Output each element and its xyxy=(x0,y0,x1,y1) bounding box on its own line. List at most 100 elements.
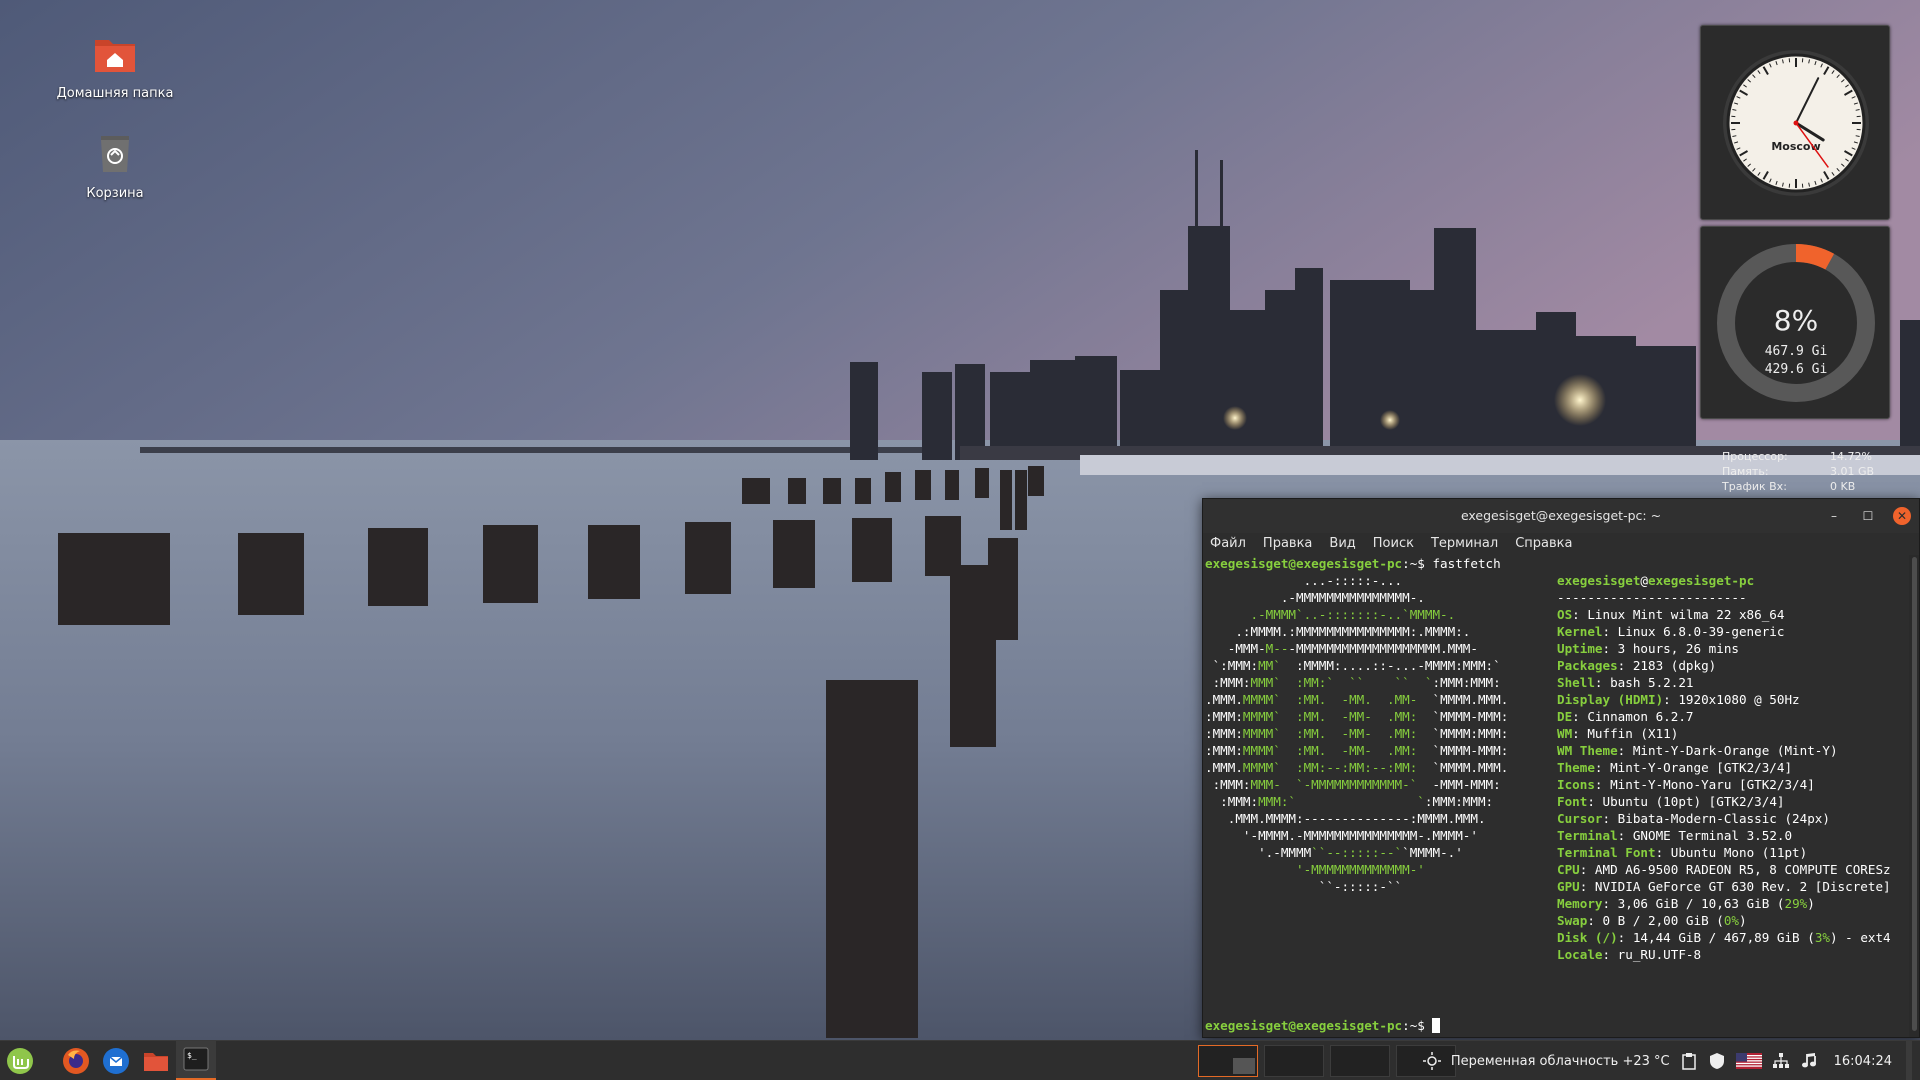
info-row: OS: Linux Mint wilma 22 x86_64 xyxy=(1557,606,1891,623)
fastfetch-info: exegesisget@exegesisget-pc -------------… xyxy=(1557,572,1891,963)
info-row: DE: Cinnamon 6.2.7 xyxy=(1557,708,1891,725)
logo-line: `:MMM:MM` :MMMM:....::-...-MMMM:MMM:` xyxy=(1205,658,1501,673)
menu-button[interactable] xyxy=(0,1041,40,1080)
stat-row: Память: 3.01 GB xyxy=(1722,464,1890,479)
info-key: Shell xyxy=(1557,675,1595,690)
desktop-icon-home[interactable]: Домашняя папка xyxy=(45,30,185,101)
us-flag-keyboard-icon[interactable] xyxy=(1735,1052,1762,1070)
info-row: Terminal Font: Ubuntu Mono (11pt) xyxy=(1557,844,1891,861)
info-value: : ru_RU.UTF-8 xyxy=(1602,947,1702,962)
workspace-switcher xyxy=(1198,1045,1456,1077)
info-row: Packages: 2183 (dpkg) xyxy=(1557,657,1891,674)
network-icon[interactable] xyxy=(1772,1052,1790,1070)
info-row: Uptime: 3 hours, 26 mins xyxy=(1557,640,1891,657)
info-key: Terminal Font xyxy=(1557,845,1656,860)
info-key: Font xyxy=(1557,794,1588,809)
info-value: : Bibata-Modern-Classic (24px) xyxy=(1602,811,1830,826)
info-value: : Ubuntu Mono (11pt) xyxy=(1655,845,1808,860)
menu-edit[interactable]: Правка xyxy=(1263,533,1312,555)
info-tail: ) xyxy=(1807,896,1815,911)
stat-key: Процессор: xyxy=(1722,450,1788,463)
info-value: : 0 B / 2,00 GiB ( xyxy=(1587,913,1724,928)
info-value: : Cinnamon 6.2.7 xyxy=(1572,709,1694,724)
info-row: Locale: ru_RU.UTF-8 xyxy=(1557,946,1891,963)
info-host: exegesisget-pc xyxy=(1648,573,1755,588)
desktop-icon-label: Домашняя папка xyxy=(56,86,174,101)
logo-line: .-MMMMMMMMMMMMMMM-. xyxy=(1205,590,1425,605)
terminal-output[interactable]: exegesisget@exegesisget-pc:~$ fastfetch … xyxy=(1203,555,1909,1037)
info-row: GPU: NVIDIA GeForce GT 630 Rev. 2 [Discr… xyxy=(1557,878,1891,895)
stat-key: Трафик Вх: xyxy=(1722,480,1787,493)
info-key: Terminal xyxy=(1557,828,1618,843)
info-header: exegesisget@exegesisget-pc xyxy=(1557,573,1755,588)
info-key: DE xyxy=(1557,709,1573,724)
close-button[interactable]: ✕ xyxy=(1893,507,1911,525)
prompt: exegesisget@exegesisget-pc xyxy=(1205,556,1403,571)
prompt: exegesisget@exegesisget-pc xyxy=(1205,1018,1403,1033)
menu-terminal[interactable]: Терминал xyxy=(1431,533,1498,555)
terminal-menubar: Файл Правка Вид Поиск Терминал Справка xyxy=(1203,533,1919,555)
logo-line: ...-:::::-... xyxy=(1205,573,1403,588)
info-row: CPU: AMD A6-9500 RADEON R5, 8 COMPUTE CO… xyxy=(1557,861,1891,878)
info-key: WM xyxy=(1557,726,1573,741)
panel-clock[interactable]: 16:04:24 xyxy=(1834,1054,1892,1069)
logo-line: '-MMMM.-MMMMMMMMMMMMMMM-.MMMM-' xyxy=(1205,828,1478,843)
files-launcher[interactable] xyxy=(136,1041,176,1080)
logo-line: :MMM:MMM:` `:MMM:MMM: xyxy=(1205,794,1494,809)
workspace-3[interactable] xyxy=(1330,1045,1390,1077)
weather-text[interactable]: Переменная облачность +23 °C xyxy=(1451,1054,1670,1069)
sound-icon[interactable] xyxy=(1800,1052,1818,1070)
menu-help[interactable]: Справка xyxy=(1515,533,1572,555)
svg-text:$_: $_ xyxy=(187,1051,197,1060)
info-tail: ) xyxy=(1739,913,1747,928)
show-desktop-button[interactable] xyxy=(1906,1041,1912,1080)
info-key: Uptime xyxy=(1557,641,1603,656)
menu-view[interactable]: Вид xyxy=(1329,533,1355,555)
info-row: Memory: 3,06 GiB / 10,63 GiB (29%) xyxy=(1557,895,1891,912)
info-user: exegesisget xyxy=(1557,573,1641,588)
system-tray: Переменная облачность +23 °C 16:04:24 xyxy=(1422,1041,1912,1080)
maximize-button[interactable]: ☐ xyxy=(1859,507,1877,525)
info-row: Kernel: Linux 6.8.0-39-generic xyxy=(1557,623,1891,640)
active-prompt-line[interactable]: exegesisget@exegesisget-pc:~$ xyxy=(1205,1017,1441,1034)
logo-line: -MMM-M---MMMMMMMMMMMMMMMMMMM.MMM- xyxy=(1205,641,1478,656)
info-key: WM Theme xyxy=(1557,743,1618,758)
terminal-titlebar[interactable]: exegesisget@exegesisget-pc: ~ – ☐ ✕ xyxy=(1203,499,1919,533)
terminal-scrollbar[interactable] xyxy=(1909,555,1919,1037)
info-key: Cursor xyxy=(1557,811,1603,826)
thunderbird-launcher[interactable] xyxy=(96,1041,136,1080)
info-value: : Mint-Y-Orange [GTK2/3/4] xyxy=(1594,760,1793,775)
menu-search[interactable]: Поиск xyxy=(1373,533,1414,555)
info-value: : 14,44 GiB / 467,89 GiB ( xyxy=(1617,930,1815,945)
workspace-2[interactable] xyxy=(1264,1045,1324,1077)
menu-file[interactable]: Файл xyxy=(1210,533,1246,555)
info-percent: 3% xyxy=(1814,930,1830,945)
shield-icon[interactable] xyxy=(1708,1052,1726,1070)
logo-line: '.-MMMM``--:::::--``MMMM-.' xyxy=(1205,845,1463,860)
weather-icon[interactable] xyxy=(1422,1052,1441,1070)
info-row: Font: Ubuntu (10pt) [GTK2/3/4] xyxy=(1557,793,1891,810)
workspace-1[interactable] xyxy=(1198,1045,1258,1077)
minimize-button[interactable]: – xyxy=(1825,507,1843,525)
clipboard-icon[interactable] xyxy=(1680,1052,1698,1070)
clock-desklet[interactable]: Moscow xyxy=(1700,25,1890,220)
terminal-window[interactable]: exegesisget@exegesisget-pc: ~ – ☐ ✕ Файл… xyxy=(1202,498,1920,1038)
terminal-launcher[interactable]: $_ xyxy=(176,1040,216,1080)
info-row: WM Theme: Mint-Y-Dark-Orange (Mint-Y) xyxy=(1557,742,1891,759)
logo-line: '-MMMMMMMMMMMMM-' xyxy=(1205,862,1425,877)
info-key: OS xyxy=(1557,607,1573,622)
info-value: : Linux Mint wilma 22 x86_64 xyxy=(1572,607,1785,622)
files-icon xyxy=(144,1052,168,1071)
firefox-launcher[interactable] xyxy=(56,1041,96,1080)
stat-key: Память: xyxy=(1722,465,1769,478)
info-value: : 3 hours, 26 mins xyxy=(1602,641,1739,656)
logo-line: .MMM.MMMM:--------------:MMMM.MMM. xyxy=(1205,811,1486,826)
disk-usage-desklet[interactable]: 8% 467.9 Gi 429.6 Gi xyxy=(1700,226,1890,419)
desktop-icon-trash[interactable]: Корзина xyxy=(45,130,185,201)
prompt-path: :~$ xyxy=(1402,556,1425,571)
disk-percent: 8% xyxy=(1774,304,1818,337)
info-key: GPU xyxy=(1557,879,1580,894)
logo-line: :MMM:MMMM` :MM. -MM- .MM: `MMMM:MMM: xyxy=(1205,726,1509,741)
system-stats-desklet: Процессор: 14.72% Память: 3.01 GB Трафик… xyxy=(1700,425,1890,501)
thunderbird-icon xyxy=(103,1047,129,1074)
